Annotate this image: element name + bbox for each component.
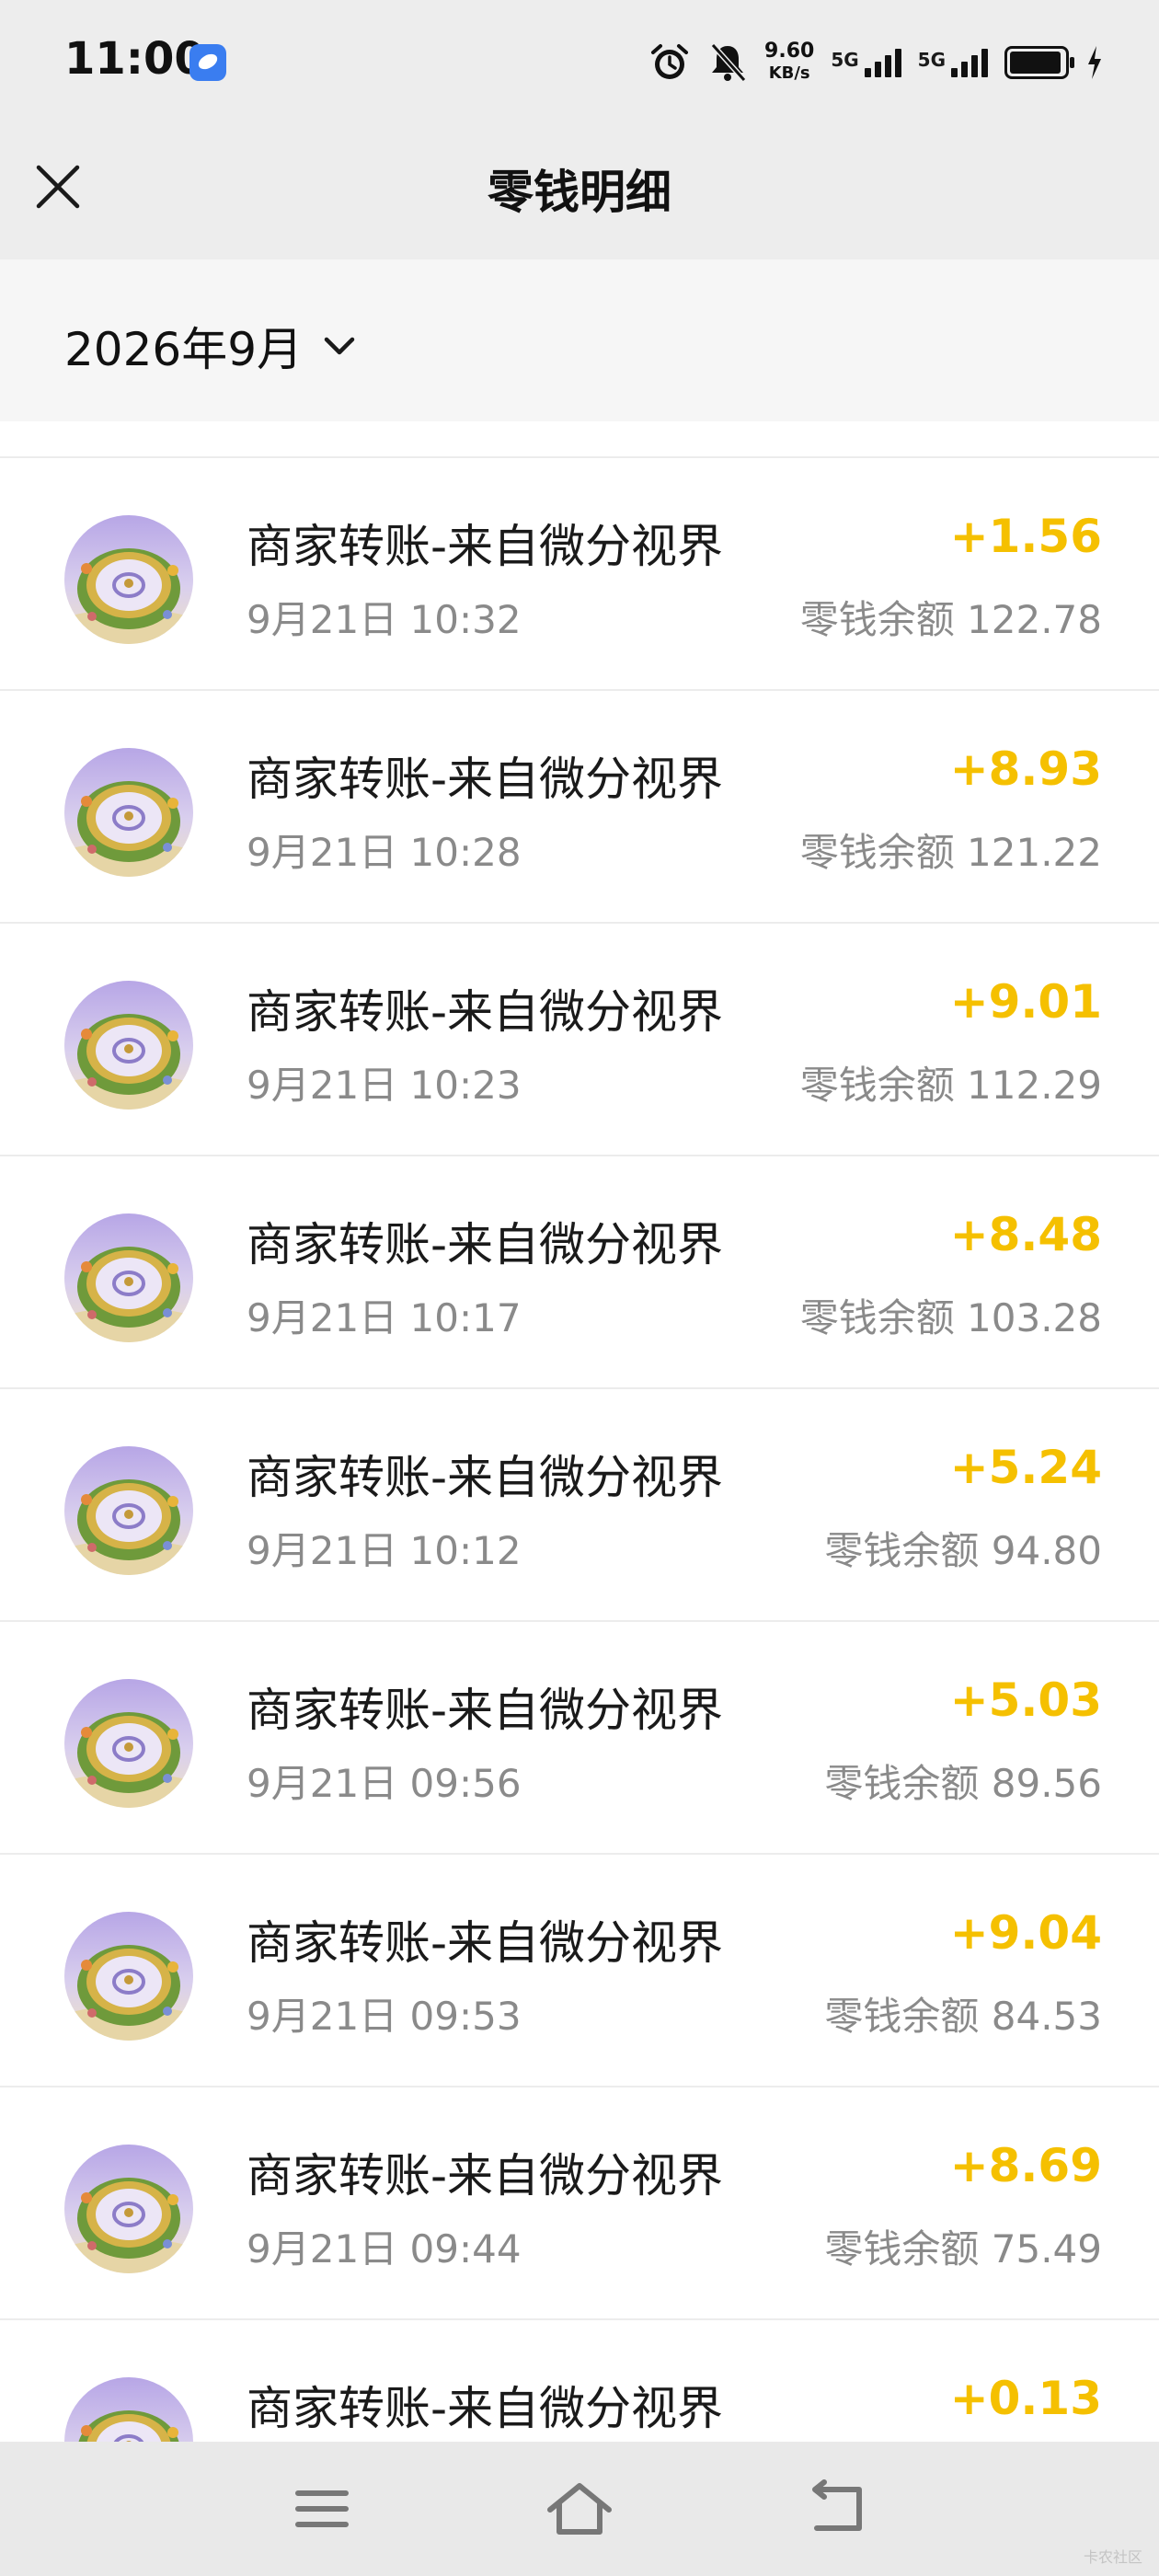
transaction-balance: 零钱余额 112.29 xyxy=(799,1063,1102,1108)
transaction-amount: +5.03 xyxy=(949,1673,1102,1727)
transaction-balance: 零钱余额 89.56 xyxy=(824,1761,1102,1806)
status-icons: 9.60 KB/s 5G 5G xyxy=(648,35,1104,90)
transaction-title: 商家转账-来自微分视界 xyxy=(247,1684,724,1737)
transaction-time: 9月21日 09:53 xyxy=(247,1994,522,2039)
transaction-balance: 零钱余额 103.28 xyxy=(799,1295,1102,1340)
transaction-row[interactable]: 商家转账-来自微分视界 9月21日 09:44 +8.69 零钱余额 75.49 xyxy=(0,2087,1159,2320)
transaction-row[interactable]: 商家转账-来自微分视界 9月21日 10:28 +8.93 零钱余额 121.2… xyxy=(0,691,1159,924)
transaction-time: 9月21日 10:32 xyxy=(247,597,522,642)
app-icon xyxy=(189,44,226,81)
home-icon[interactable] xyxy=(543,2477,616,2541)
transaction-list: 商家转账-来自微分视界 9月21日 10:32 +1.56 零钱余额 122.7… xyxy=(0,458,1159,2553)
alarm-icon xyxy=(651,44,689,79)
transaction-row[interactable]: 商家转账-来自微分视界 9月21日 10:12 +5.24 零钱余额 94.80 xyxy=(0,1389,1159,1622)
watermark: 卡农社区 xyxy=(1083,2548,1142,2566)
transaction-title: 商家转账-来自微分视界 xyxy=(247,520,724,573)
merchant-avatar xyxy=(64,515,193,644)
system-nav-bar: 卡农社区 xyxy=(0,2442,1159,2576)
transaction-row[interactable]: 商家转账-来自微分视界 9月21日 09:56 +5.03 零钱余额 89.56 xyxy=(0,1622,1159,1855)
page-title: 零钱明细 xyxy=(488,166,671,219)
network-speed-unit: KB/s xyxy=(768,63,810,83)
transaction-time: 9月21日 10:28 xyxy=(247,830,522,875)
status-bar: 11:00 9.60 KB/s 5G 5G xyxy=(0,0,1159,129)
merchant-avatar xyxy=(64,1446,193,1575)
month-label: 2026年9月 xyxy=(64,323,304,376)
signal-icon-sim2: 5G xyxy=(917,48,988,77)
transaction-amount: +9.04 xyxy=(949,1906,1102,1960)
merchant-avatar xyxy=(64,1213,193,1342)
transaction-time: 9月21日 09:44 xyxy=(247,2226,522,2271)
transaction-balance: 零钱余额 121.22 xyxy=(799,830,1102,875)
transaction-amount: +8.48 xyxy=(949,1208,1102,1261)
transaction-row[interactable]: 商家转账-来自微分视界 9月21日 10:23 +9.01 零钱余额 112.2… xyxy=(0,924,1159,1156)
transaction-balance: 零钱余额 75.49 xyxy=(824,2226,1102,2271)
transaction-title: 商家转账-来自微分视界 xyxy=(247,1218,724,1271)
transaction-amount: +9.01 xyxy=(949,975,1102,1029)
transaction-row[interactable]: 商家转账-来自微分视界 9月21日 10:17 +8.48 零钱余额 103.2… xyxy=(0,1156,1159,1389)
merchant-avatar xyxy=(64,981,193,1110)
signal-icon-sim1: 5G xyxy=(831,48,901,77)
transaction-time: 9月21日 10:12 xyxy=(247,1528,522,1573)
transaction-time: 9月21日 10:17 xyxy=(247,1295,522,1340)
transaction-title: 商家转账-来自微分视界 xyxy=(247,1916,724,1970)
transaction-amount: +5.24 xyxy=(949,1441,1102,1494)
charging-icon xyxy=(1088,46,1101,79)
network-speed: 9.60 KB/s xyxy=(764,40,814,85)
merchant-avatar xyxy=(64,2145,193,2273)
back-icon[interactable] xyxy=(800,2477,874,2541)
transaction-title: 商家转账-来自微分视界 xyxy=(247,2382,724,2435)
sim2-label: 5G xyxy=(917,48,946,71)
transaction-row[interactable]: 商家转账-来自微分视界 9月21日 10:32 +1.56 零钱余额 122.7… xyxy=(0,458,1159,691)
transaction-amount: +8.69 xyxy=(949,2139,1102,2192)
transaction-title: 商家转账-来自微分视界 xyxy=(247,753,724,806)
transaction-balance: 零钱余额 94.80 xyxy=(824,1528,1102,1573)
transaction-amount: +8.93 xyxy=(949,742,1102,796)
transaction-row[interactable]: 商家转账-来自微分视界 9月21日 09:53 +9.04 零钱余额 84.53 xyxy=(0,1855,1159,2087)
menu-icon[interactable] xyxy=(285,2477,359,2541)
merchant-avatar xyxy=(64,1679,193,1808)
transaction-time: 9月21日 10:23 xyxy=(247,1063,522,1108)
merchant-avatar xyxy=(64,1912,193,2041)
month-picker[interactable]: 2026年9月 xyxy=(64,313,356,379)
transaction-title: 商家转账-来自微分视界 xyxy=(247,2149,724,2202)
transaction-title: 商家转账-来自微分视界 xyxy=(247,985,724,1039)
transaction-time: 9月21日 09:56 xyxy=(247,1761,522,1806)
transaction-amount: +1.56 xyxy=(949,510,1102,563)
merchant-avatar xyxy=(64,748,193,877)
transaction-title: 商家转账-来自微分视界 xyxy=(247,1451,724,1504)
sim1-label: 5G xyxy=(831,48,859,71)
status-time: 11:00 xyxy=(64,33,205,85)
bell-muted-icon xyxy=(710,42,747,83)
network-speed-value: 9.60 xyxy=(764,40,815,63)
chevron-down-icon xyxy=(324,337,355,355)
battery-icon xyxy=(1004,46,1074,79)
transaction-balance: 零钱余额 122.78 xyxy=(799,597,1102,642)
transaction-balance: 零钱余额 84.53 xyxy=(824,1994,1102,2039)
transaction-amount: +0.13 xyxy=(949,2372,1102,2425)
